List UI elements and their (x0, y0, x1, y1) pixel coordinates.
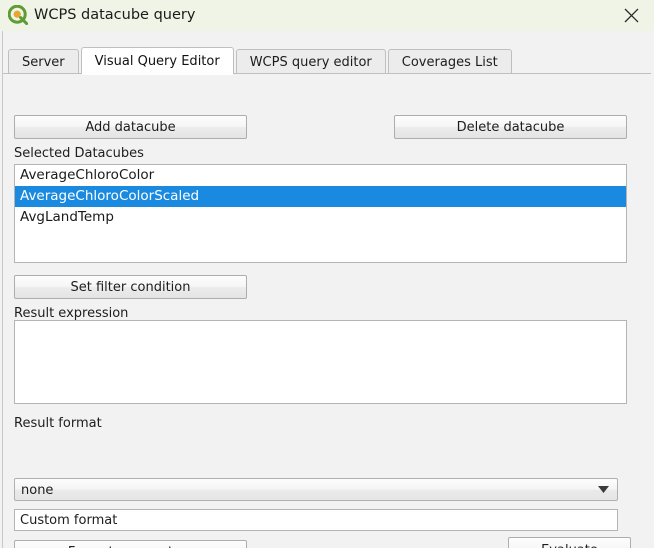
evaluate-button[interactable]: Evaluate (508, 537, 631, 548)
evaluate-label: Evaluate (541, 543, 598, 548)
tab-label: Coverages List (402, 55, 498, 70)
result-format-select[interactable]: none (14, 478, 618, 501)
delete-datacube-label: Delete datacube (457, 120, 565, 135)
list-item[interactable]: AvgLandTemp (15, 207, 626, 228)
set-filter-condition-button[interactable]: Set filter condition (14, 275, 247, 299)
format-parameters-label: Format parameters (68, 545, 193, 548)
window-title: WCPS datacube query (34, 6, 195, 25)
format-parameters-button[interactable]: Format parameters (14, 540, 247, 548)
tab-visual-query-editor[interactable]: Visual Query Editor (81, 47, 234, 74)
close-icon[interactable] (608, 0, 654, 31)
selected-datacubes-label: Selected Datacubes (14, 146, 144, 161)
wcps-datacube-query-window: WCPS datacube query Server Visual Query … (0, 0, 654, 548)
datacube-name: AverageChloroColor (20, 167, 154, 183)
list-item[interactable]: AverageChloroColor (15, 165, 626, 186)
result-expression-textarea[interactable] (14, 320, 627, 404)
set-filter-condition-label: Set filter condition (71, 280, 191, 295)
selected-datacubes-list[interactable]: AverageChloroColor AverageChloroColorSca… (14, 164, 627, 263)
datacube-name: AvgLandTemp (20, 209, 114, 225)
visual-query-editor-pane: Add datacube Delete datacube Selected Da… (3, 74, 654, 548)
list-item[interactable]: AverageChloroColorScaled (15, 186, 626, 207)
chevron-down-icon (595, 479, 611, 500)
tab-bar: Server Visual Query Editor WCPS query ed… (8, 47, 514, 74)
delete-datacube-button[interactable]: Delete datacube (394, 115, 627, 139)
window-body: Server Visual Query Editor WCPS query ed… (0, 31, 654, 548)
custom-format-input[interactable] (14, 509, 618, 531)
tab-label: WCPS query editor (250, 55, 372, 70)
result-format-value: none (21, 481, 53, 500)
qgis-logo-icon (8, 5, 28, 25)
tab-label: Visual Query Editor (95, 54, 220, 69)
datacube-name: AverageChloroColorScaled (20, 188, 199, 204)
result-format-label: Result format (14, 416, 102, 431)
result-expression-label: Result expression (14, 306, 128, 321)
tab-coverages-list[interactable]: Coverages List (388, 49, 512, 74)
tab-label: Server (22, 55, 65, 70)
add-datacube-button[interactable]: Add datacube (14, 115, 247, 139)
title-bar: WCPS datacube query (0, 0, 654, 31)
add-datacube-label: Add datacube (85, 120, 175, 135)
tab-wcps-query-editor[interactable]: WCPS query editor (236, 49, 386, 74)
tab-server[interactable]: Server (8, 49, 79, 74)
